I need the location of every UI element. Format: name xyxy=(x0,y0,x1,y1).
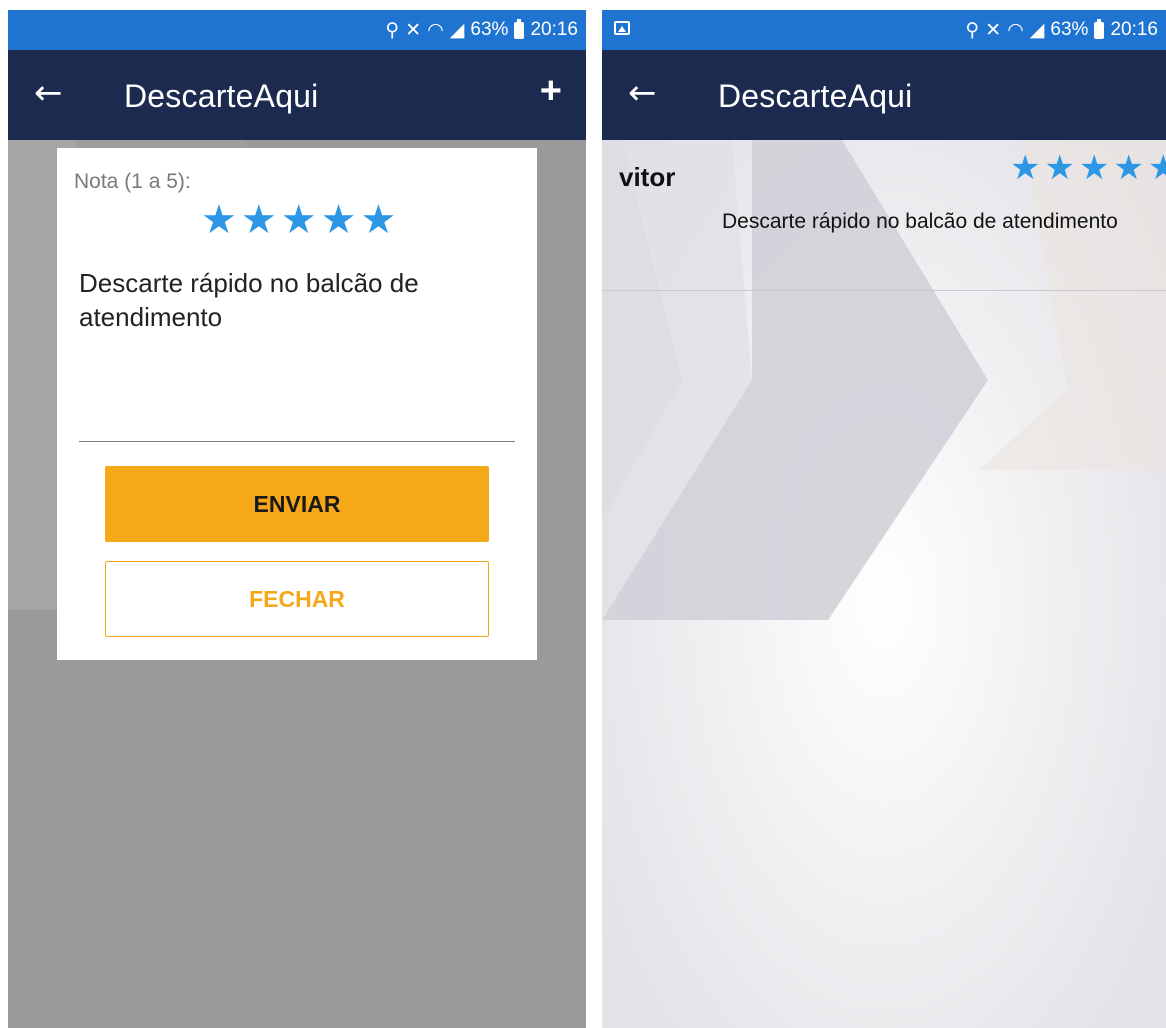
close-button[interactable]: FECHAR xyxy=(105,561,489,637)
rating-label: Nota (1 a 5): xyxy=(74,170,191,193)
wifi-icon: ◠ xyxy=(427,19,444,41)
star-1-icon[interactable]: ★ xyxy=(201,200,237,240)
wifi-icon: ◠ xyxy=(1007,19,1024,41)
review-rating-stars: ★ ★ ★ ★ ★ xyxy=(1010,151,1166,185)
location-icon: ⚲ xyxy=(385,19,400,41)
location-icon: ⚲ xyxy=(965,19,980,41)
star-icon: ★ xyxy=(1044,148,1075,188)
status-bar: ⚲ ✕ ◠ ◢ 63% 20:16 xyxy=(8,10,586,50)
reviews-screen: ⚲ ✕ ◠ ◢ 63% 20:16 ← DescarteAqui vitor ★… xyxy=(602,10,1166,1028)
signal-icon: ◢ xyxy=(449,19,465,41)
submit-button[interactable]: ENVIAR xyxy=(105,466,489,542)
star-2-icon[interactable]: ★ xyxy=(241,200,277,240)
comment-input[interactable]: Descarte rápido no balcão de atendimento xyxy=(79,266,515,442)
battery-percent: 63% xyxy=(1050,19,1089,40)
signal-icon: ◢ xyxy=(1029,19,1045,41)
star-icon: ★ xyxy=(1147,148,1166,188)
review-comment: Descarte rápido no balcão de atendimento xyxy=(722,210,1118,233)
back-arrow-icon[interactable]: ← xyxy=(628,76,657,110)
app-title: DescarteAqui xyxy=(718,78,913,114)
star-3-icon[interactable]: ★ xyxy=(281,200,317,240)
app-bar: ← DescarteAqui + xyxy=(8,50,586,140)
star-icon: ★ xyxy=(1078,148,1110,188)
battery-icon xyxy=(1094,18,1105,39)
status-bar: ⚲ ✕ ◠ ◢ 63% 20:16 xyxy=(602,10,1166,50)
star-4-icon[interactable]: ★ xyxy=(321,200,357,240)
clock: 20:16 xyxy=(530,19,578,40)
app-bar: ← DescarteAqui xyxy=(602,50,1166,140)
mute-icon: ✕ xyxy=(405,19,422,41)
star-icon: ★ xyxy=(1010,148,1041,188)
rating-dialog: Nota (1 a 5): ★ ★ ★ ★ ★ Descarte rápido … xyxy=(57,148,537,660)
clock: 20:16 xyxy=(1110,19,1158,40)
review-author: vitor xyxy=(619,162,676,192)
app-title: DescarteAqui xyxy=(124,78,319,114)
back-arrow-icon[interactable]: ← xyxy=(34,76,63,110)
rating-screen: ⚲ ✕ ◠ ◢ 63% 20:16 ← DescarteAqui + Nota … xyxy=(8,10,586,1028)
divider xyxy=(602,290,1166,291)
star-5-icon[interactable]: ★ xyxy=(360,200,396,240)
gallery-icon xyxy=(614,21,630,35)
rating-stars: ★ ★ ★ ★ ★ xyxy=(201,200,396,240)
battery-icon xyxy=(514,18,525,39)
battery-percent: 63% xyxy=(470,19,509,40)
star-icon: ★ xyxy=(1113,148,1144,188)
mute-icon: ✕ xyxy=(985,19,1002,41)
add-icon[interactable]: + xyxy=(540,72,562,110)
